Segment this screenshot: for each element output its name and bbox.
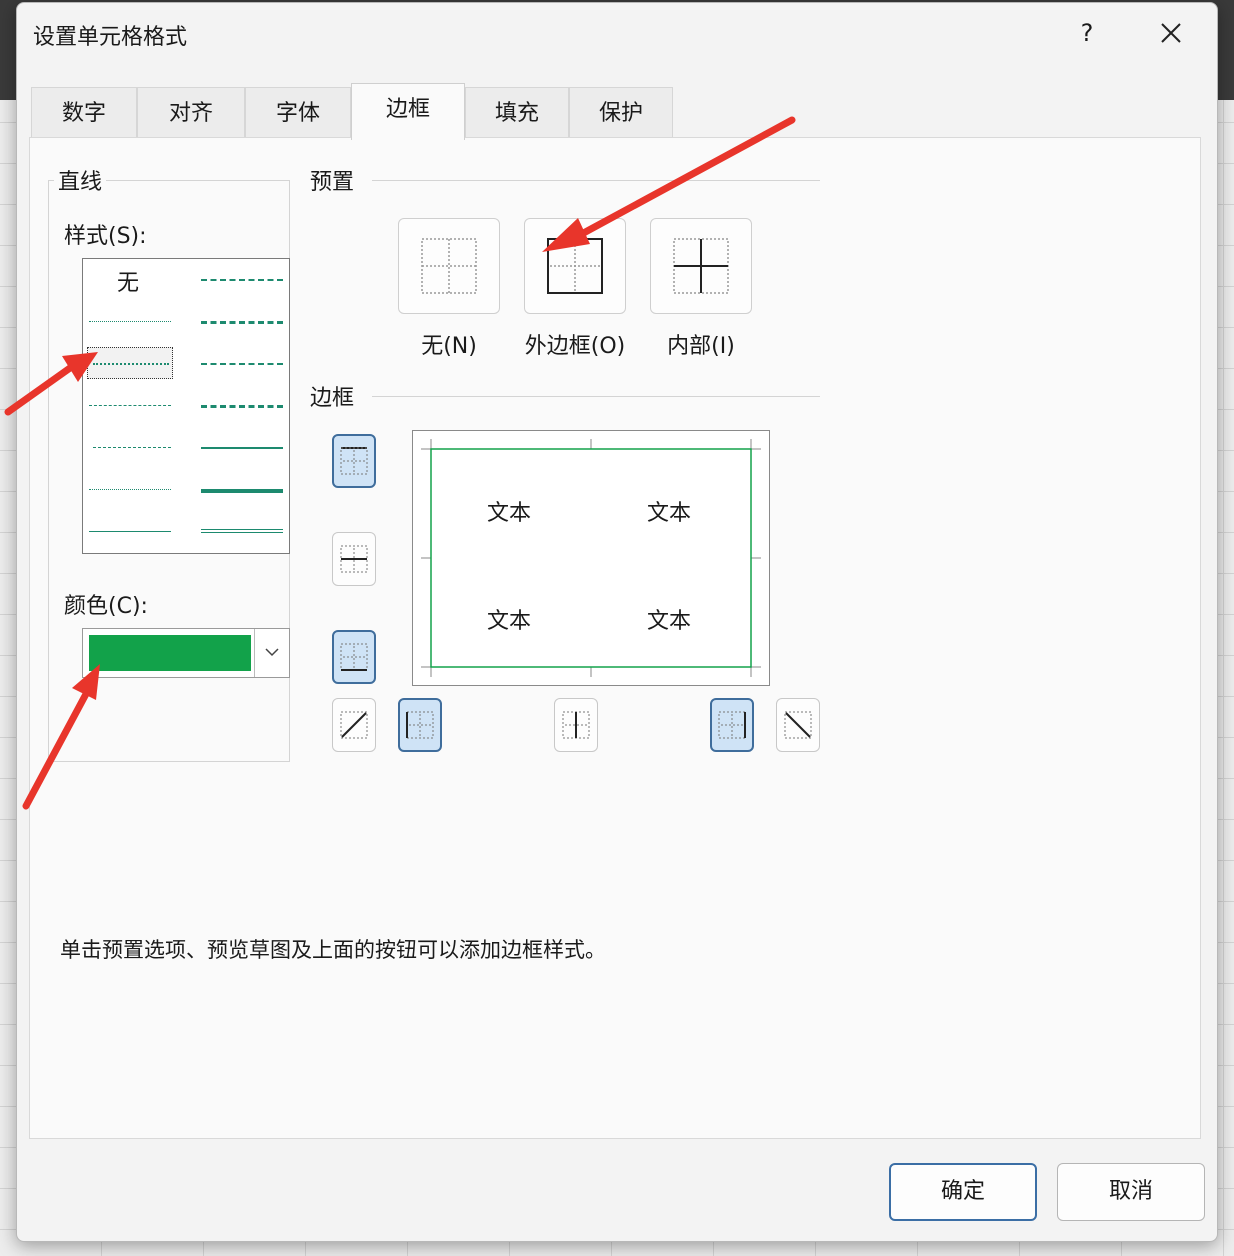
format-cells-dialog: 设置单元格格式 ? 数字 对齐 字体 边框 填充 保护 直线 样式(S): 无 bbox=[16, 2, 1218, 1242]
preset-none-icon bbox=[421, 238, 477, 294]
style-option-none[interactable]: 无 bbox=[117, 265, 139, 297]
preset-outline-icon bbox=[547, 238, 603, 294]
border-left-button[interactable] bbox=[398, 698, 442, 752]
dialog-title: 设置单元格格式 bbox=[33, 25, 188, 50]
tab-protection[interactable]: 保护 bbox=[569, 87, 673, 139]
border-divider bbox=[372, 396, 820, 397]
border-right-icon bbox=[718, 711, 746, 739]
style-option-medium[interactable] bbox=[201, 447, 283, 449]
color-label: 颜色(C): bbox=[64, 594, 148, 619]
chevron-down-icon bbox=[265, 648, 279, 657]
style-option-medium-dash-dot[interactable] bbox=[201, 363, 283, 365]
tab-alignment[interactable]: 对齐 bbox=[137, 87, 245, 139]
color-picker[interactable] bbox=[82, 628, 290, 678]
preset-outline-label: 外边框(O) bbox=[524, 334, 626, 359]
border-inside-vertical-button[interactable] bbox=[554, 698, 598, 752]
presets-legend: 预置 bbox=[310, 170, 355, 195]
preset-none-button[interactable] bbox=[398, 218, 500, 314]
style-option-slanted-dash-dot[interactable] bbox=[201, 321, 283, 324]
style-option-medium-dash-dot-dot[interactable] bbox=[201, 279, 283, 281]
border-top-icon bbox=[340, 447, 368, 475]
preset-none-label: 无(N) bbox=[421, 334, 477, 359]
cancel-button[interactable]: 取消 bbox=[1057, 1163, 1205, 1221]
border-inside-horizontal-icon bbox=[340, 545, 368, 573]
border-bottom-button[interactable] bbox=[332, 630, 376, 684]
tab-number[interactable]: 数字 bbox=[31, 87, 137, 139]
close-button[interactable] bbox=[1149, 11, 1193, 55]
style-option-medium-dashed[interactable] bbox=[201, 405, 283, 408]
border-bottom-icon bbox=[340, 643, 368, 671]
preview-text: 文本 bbox=[487, 609, 532, 634]
style-option-thick[interactable] bbox=[201, 489, 283, 493]
preset-inside-button[interactable] bbox=[650, 218, 752, 314]
border-diagonal-down-button[interactable] bbox=[776, 698, 820, 752]
border-inside-horizontal-button[interactable] bbox=[332, 532, 376, 586]
preset-outline-button[interactable] bbox=[524, 218, 626, 314]
border-diagonal-up-button[interactable] bbox=[332, 698, 376, 752]
preview-border-lines bbox=[421, 439, 761, 677]
tab-font[interactable]: 字体 bbox=[245, 87, 351, 139]
border-left-icon bbox=[406, 711, 434, 739]
style-option-dotted[interactable] bbox=[93, 363, 169, 365]
preview-text: 文本 bbox=[647, 609, 692, 634]
style-option-dash-dot-dot[interactable] bbox=[89, 405, 171, 406]
style-option-hairline[interactable] bbox=[89, 321, 171, 322]
line-group-legend: 直线 bbox=[54, 164, 107, 196]
help-button[interactable]: ? bbox=[1067, 11, 1107, 55]
color-dropdown-button[interactable] bbox=[254, 629, 289, 677]
style-option-dash-dot[interactable] bbox=[93, 447, 171, 448]
hint-text: 单击预置选项、预览草图及上面的按钮可以添加边框样式。 bbox=[60, 938, 606, 962]
preview-text: 文本 bbox=[647, 501, 692, 526]
style-option-double[interactable] bbox=[201, 529, 283, 533]
preset-inside-label: 内部(I) bbox=[667, 334, 735, 359]
diagonal-down-icon bbox=[784, 711, 812, 739]
border-top-button[interactable] bbox=[332, 434, 376, 488]
line-style-list[interactable]: 无 bbox=[82, 258, 290, 554]
border-inside-vertical-icon bbox=[562, 711, 590, 739]
border-legend: 边框 bbox=[310, 386, 355, 411]
presets-divider bbox=[372, 180, 820, 181]
preview-text: 文本 bbox=[487, 501, 532, 526]
style-option-thin[interactable] bbox=[89, 531, 171, 532]
border-preview[interactable]: 文本 文本 文本 文本 bbox=[412, 430, 770, 686]
close-icon bbox=[1161, 23, 1181, 43]
diagonal-up-icon bbox=[340, 711, 368, 739]
color-swatch bbox=[89, 635, 251, 671]
preset-inside-icon bbox=[673, 238, 729, 294]
style-option-dashed-thin[interactable] bbox=[89, 489, 171, 490]
border-tab-panel: 直线 样式(S): 无 颜色(C): 预置 无(N) 外边框(O) 内部(I) … bbox=[29, 137, 1201, 1139]
border-right-button[interactable] bbox=[710, 698, 754, 752]
ok-button[interactable]: 确定 bbox=[889, 1163, 1037, 1221]
tab-fill[interactable]: 填充 bbox=[465, 87, 569, 139]
tab-border[interactable]: 边框 bbox=[351, 83, 465, 140]
style-label: 样式(S): bbox=[64, 224, 147, 249]
